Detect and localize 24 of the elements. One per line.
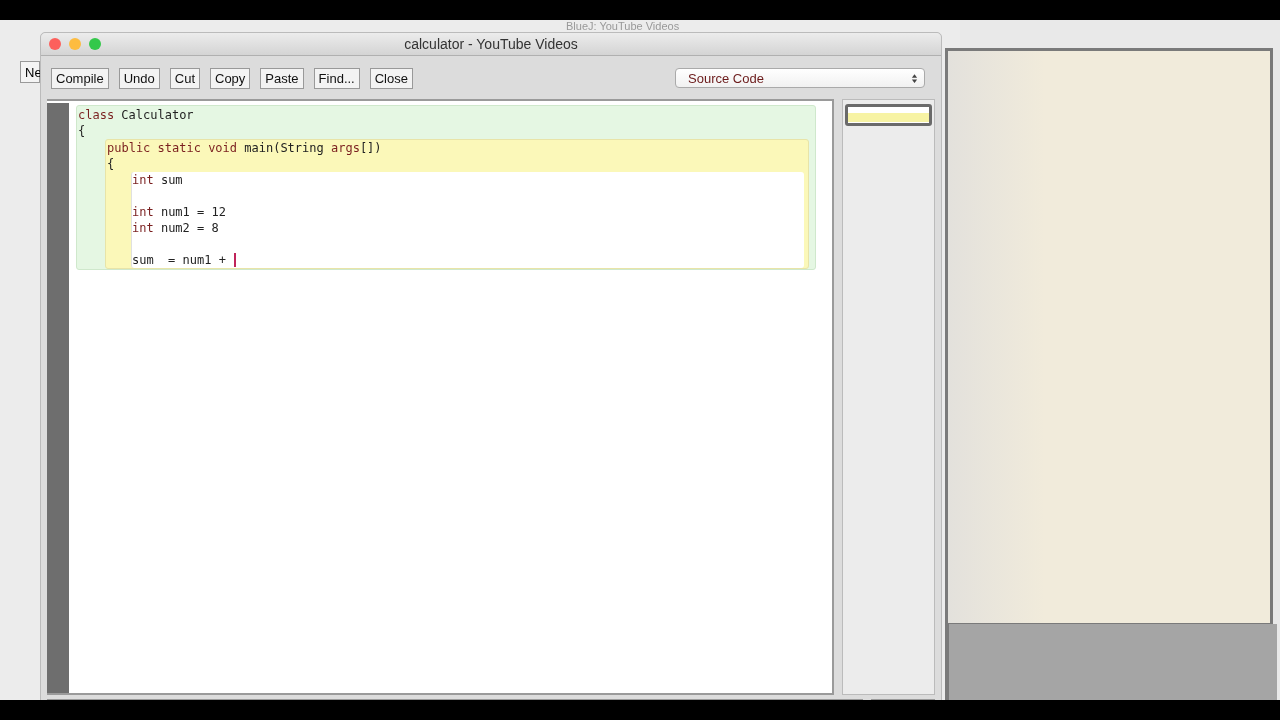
code-line: int num2 = 8: [132, 220, 220, 236]
toolbar-button[interactable]: Undo: [118, 67, 160, 89]
code-overview-thumbnail[interactable]: [844, 104, 932, 126]
window-title: calculator - YouTube Videos: [403, 36, 579, 52]
toolbar-button[interactable]: Paste: [260, 67, 304, 89]
toolbar-button[interactable]: Copy: [210, 67, 251, 89]
code-line: int num1 = 12: [132, 204, 227, 220]
toolbar-button[interactable]: Close: [369, 67, 413, 89]
window-title: BlueJ: YouTube Videos: [566, 20, 680, 32]
toolbar-button[interactable]: Compile: [51, 67, 109, 89]
code-line: sum = num1 +: [132, 252, 804, 268]
code-line: class Calculator: [78, 107, 195, 123]
code-line: {: [78, 123, 87, 139]
minimize-icon[interactable]: [69, 38, 81, 50]
zoom-icon[interactable]: [89, 38, 101, 50]
toolbar-button[interactable]: Cut: [169, 67, 200, 89]
code-line: public static void main(String args[]): [107, 140, 383, 156]
code-line: {: [107, 156, 116, 172]
close-icon[interactable]: [49, 38, 61, 50]
dropdown-arrows-icon: [911, 72, 918, 84]
view-dropdown[interactable]: Source Code: [675, 68, 925, 88]
code-line: int sum: [132, 172, 184, 188]
text-cursor: [234, 253, 236, 267]
toolbar-button[interactable]: Find...: [313, 67, 360, 89]
